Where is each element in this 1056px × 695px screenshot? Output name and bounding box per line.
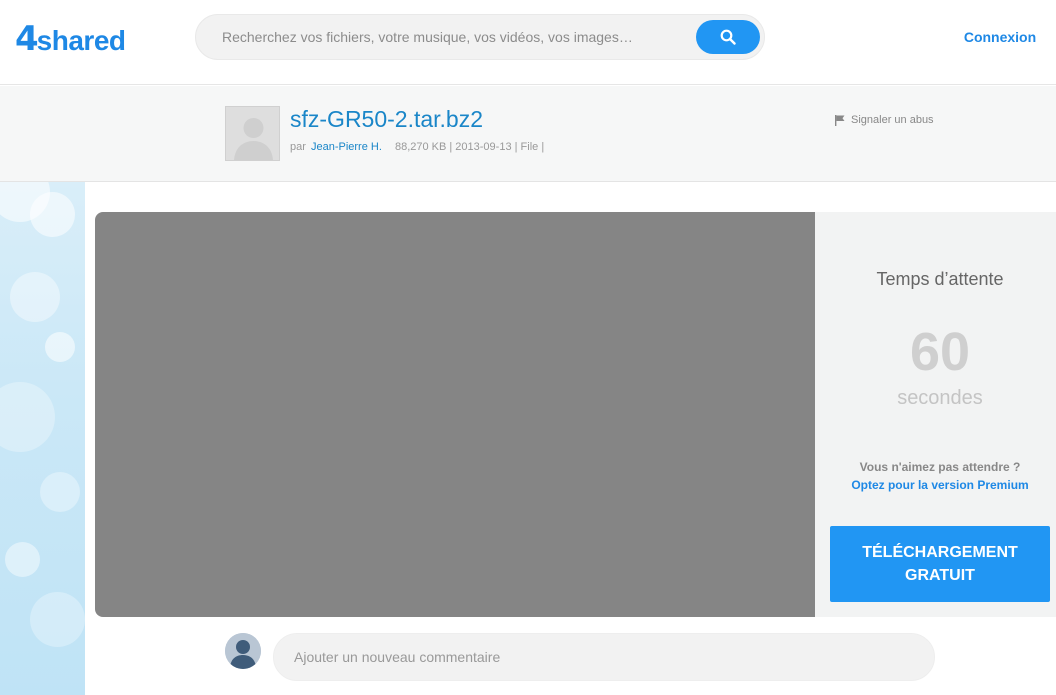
wait-question: Vous n'aimez pas attendre ? — [859, 460, 1021, 474]
comment-input[interactable] — [273, 633, 935, 681]
commenter-avatar — [225, 633, 261, 669]
uploader-avatar — [225, 106, 280, 161]
wait-countdown: 60 — [909, 322, 971, 382]
logo-number: 4 — [15, 19, 39, 59]
file-details: 88,270 KB | 2013-09-13 | File | — [394, 141, 545, 153]
flag-icon — [835, 115, 845, 126]
search-icon — [720, 29, 736, 45]
file-info-band: sfz-GR50-2.tar.bz2 par Jean-Pierre H. 88… — [0, 86, 1056, 182]
report-abuse-label: Signaler un abus — [851, 114, 934, 126]
site-header: 4 shared Connexion — [0, 0, 1056, 85]
premium-link[interactable]: Optez pour la version Premium — [815, 478, 1056, 492]
search-bar — [195, 14, 765, 60]
user-avatar-icon — [225, 633, 261, 669]
file-title: sfz-GR50-2.tar.bz2 — [290, 106, 484, 132]
wait-title: Temps d’attente — [876, 269, 1004, 289]
default-user-icon — [226, 107, 279, 160]
free-download-button[interactable]: TÉLÉCHARGEMENT GRATUIT — [830, 526, 1050, 602]
file-preview-area — [95, 212, 815, 617]
search-button[interactable] — [696, 20, 760, 54]
report-abuse-link[interactable]: Signaler un abus — [834, 114, 934, 126]
decorative-side-strip — [0, 182, 85, 695]
by-label: par — [290, 141, 306, 153]
wait-unit: secondes — [897, 387, 983, 409]
file-meta: par Jean-Pierre H. 88,270 KB | 2013-09-1… — [290, 141, 544, 153]
site-logo[interactable]: 4 shared — [15, 20, 126, 56]
wait-panel: Temps d’attente 60 secondes Vous n'aimez… — [815, 212, 1056, 617]
logo-word: shared — [36, 25, 126, 56]
search-input[interactable] — [214, 15, 694, 59]
author-link[interactable]: Jean-Pierre H. — [311, 141, 382, 153]
login-link[interactable]: Connexion — [950, 29, 1050, 45]
